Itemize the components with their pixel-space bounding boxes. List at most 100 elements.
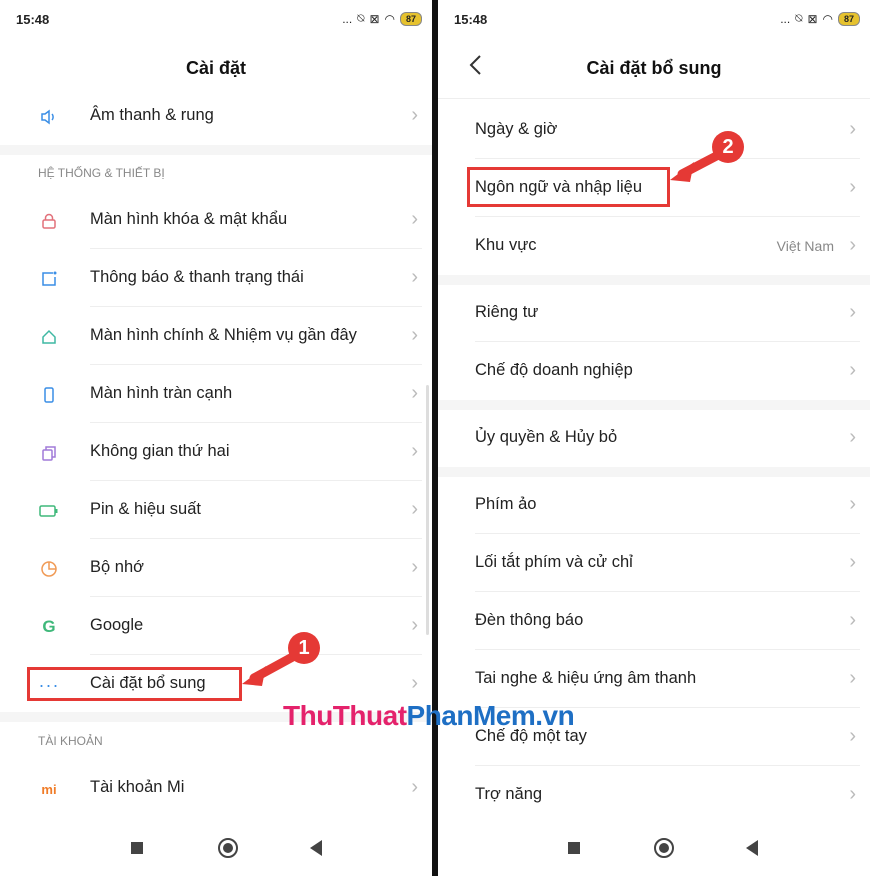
settings-item-sound[interactable]: Âm thanh & rung › [0,88,432,145]
section-gap [438,467,870,477]
lock-icon [38,210,60,232]
mi-logo-icon: mi [41,781,57,797]
settings-item-virtual-keys[interactable]: Phím ảo › [438,477,870,534]
recent-apps-button[interactable] [131,842,143,854]
navigation-bar [438,826,870,876]
watermark-part: .vn [535,700,575,731]
chevron-right-icon: › [411,672,418,694]
settings-item-storage[interactable]: Bộ nhớ › [0,540,432,597]
section-gap [438,400,870,410]
home-button[interactable] [218,838,238,858]
step-badge-1: 1 [288,632,320,664]
chevron-right-icon: › [411,208,418,230]
storage-icon [38,558,60,580]
section-gap [438,275,870,285]
section-gap [0,145,432,155]
settings-item-privacy[interactable]: Riêng tư › [438,285,870,342]
recent-apps-button[interactable] [568,842,580,854]
wifi-icon: ◠ [384,11,395,26]
step-badge-2: 2 [712,131,744,163]
status-bar: 15:48 ... ⍉ ⊠ ◠ 87 [0,0,432,36]
page-title: Cài đặt bổ sung [586,58,722,78]
settings-item-google[interactable]: G Google › [0,598,432,655]
settings-item-region[interactable]: Khu vực Việt Nam › [438,218,870,275]
chevron-right-icon: › [849,551,856,573]
row-divider [90,596,422,597]
row-divider [90,480,422,481]
settings-item-label: Riêng tư [475,303,539,321]
settings-item-label: Màn hình tràn cạnh [90,384,233,402]
settings-item-label: Màn hình chính & Nhiệm vụ gần đây [90,326,357,344]
second-space-icon [38,442,60,464]
row-divider [475,649,860,650]
title-bar: Cài đặt bổ sung [438,44,870,96]
row-divider [90,538,422,539]
chevron-right-icon: › [849,176,856,198]
settings-item-label: Tai nghe & hiệu ứng âm thanh [475,669,697,687]
chevron-right-icon: › [849,118,856,140]
scrollbar[interactable] [426,385,429,635]
status-time: 15:48 [16,12,50,27]
settings-item-enterprise-mode[interactable]: Chế độ doanh nghiệp › [438,343,870,400]
muted-alarm-icon: ⍉ [357,11,365,25]
speaker-icon [38,106,60,128]
phone-icon [38,384,60,406]
chevron-right-icon: › [849,783,856,805]
settings-item-mi-account[interactable]: mi Tài khoản Mi › [0,760,432,817]
row-divider [475,533,860,534]
section-header-system: HỆ THỐNG & THIẾT BỊ [38,166,165,180]
more-dots-icon: ... [780,11,791,26]
chevron-right-icon: › [411,498,418,520]
settings-item-label: Không gian thứ hai [90,442,230,460]
additional-settings-screen: 15:48 ... ⍉ ⊠ ◠ 87 Cài đặt bổ sung Ngày … [438,0,870,876]
settings-item-authorization[interactable]: Ủy quyền & Hủy bỏ › [438,410,870,467]
status-bar: 15:48 ... ⍉ ⊠ ◠ 87 [438,0,870,36]
settings-item-shortcuts-gestures[interactable]: Lối tắt phím và cử chỉ › [438,535,870,592]
more-dots-icon: ... [342,11,353,26]
header-divider [438,98,870,99]
settings-item-lockscreen[interactable]: Màn hình khóa & mật khẩu › [0,192,432,249]
battery-icon: 87 [837,11,860,26]
settings-item-homescreen[interactable]: Màn hình chính & Nhiệm vụ gần đây › [0,308,432,365]
page-title: Cài đặt [185,58,246,78]
settings-item-second-space[interactable]: Không gian thứ hai › [0,424,432,481]
settings-item-label: Pin & hiệu suất [90,500,201,518]
section-header-account: TÀI KHOẢN [38,734,103,748]
settings-item-label: Bộ nhớ [90,558,144,576]
settings-item-notification-light[interactable]: Đèn thông báo › [438,593,870,650]
chevron-right-icon: › [849,725,856,747]
row-divider [90,306,422,307]
home-icon [38,326,60,348]
battery-icon: 87 [399,11,422,26]
chevron-right-icon: › [411,382,418,404]
row-divider [90,248,422,249]
row-divider [90,422,422,423]
chevron-right-icon: › [849,493,856,515]
settings-screen: 15:48 ... ⍉ ⊠ ◠ 87 Cài đặt Âm thanh & ru… [0,0,432,876]
settings-item-battery[interactable]: Pin & hiệu suất › [0,482,432,539]
settings-item-notifications[interactable]: Thông báo & thanh trạng thái › [0,250,432,307]
row-divider [475,216,860,217]
settings-item-edge-display[interactable]: Màn hình tràn cạnh › [0,366,432,423]
back-button[interactable] [310,840,322,856]
settings-item-date-time[interactable]: Ngày & giờ › [438,102,870,159]
home-button[interactable] [654,838,674,858]
status-icons: ... ⍉ ⊠ ◠ 87 [780,11,860,26]
chevron-right-icon: › [411,776,418,798]
back-button[interactable] [746,840,758,856]
chevron-right-icon: › [411,556,418,578]
settings-item-label: Tài khoản Mi [90,778,185,796]
settings-item-accessibility[interactable]: Trợ năng › [438,767,870,824]
highlight-box-step2 [467,167,670,207]
muted-alarm-icon: ⍉ [795,11,803,25]
status-icons: ... ⍉ ⊠ ◠ 87 [342,11,422,26]
row-divider [475,591,860,592]
row-divider [90,364,422,365]
wifi-icon: ◠ [822,11,833,26]
row-divider [475,765,860,766]
chevron-right-icon: › [849,609,856,631]
watermark-part: ThuThuat [283,700,407,731]
status-time: 15:48 [454,12,488,27]
row-divider [475,341,860,342]
settings-item-label: Google [90,616,144,634]
